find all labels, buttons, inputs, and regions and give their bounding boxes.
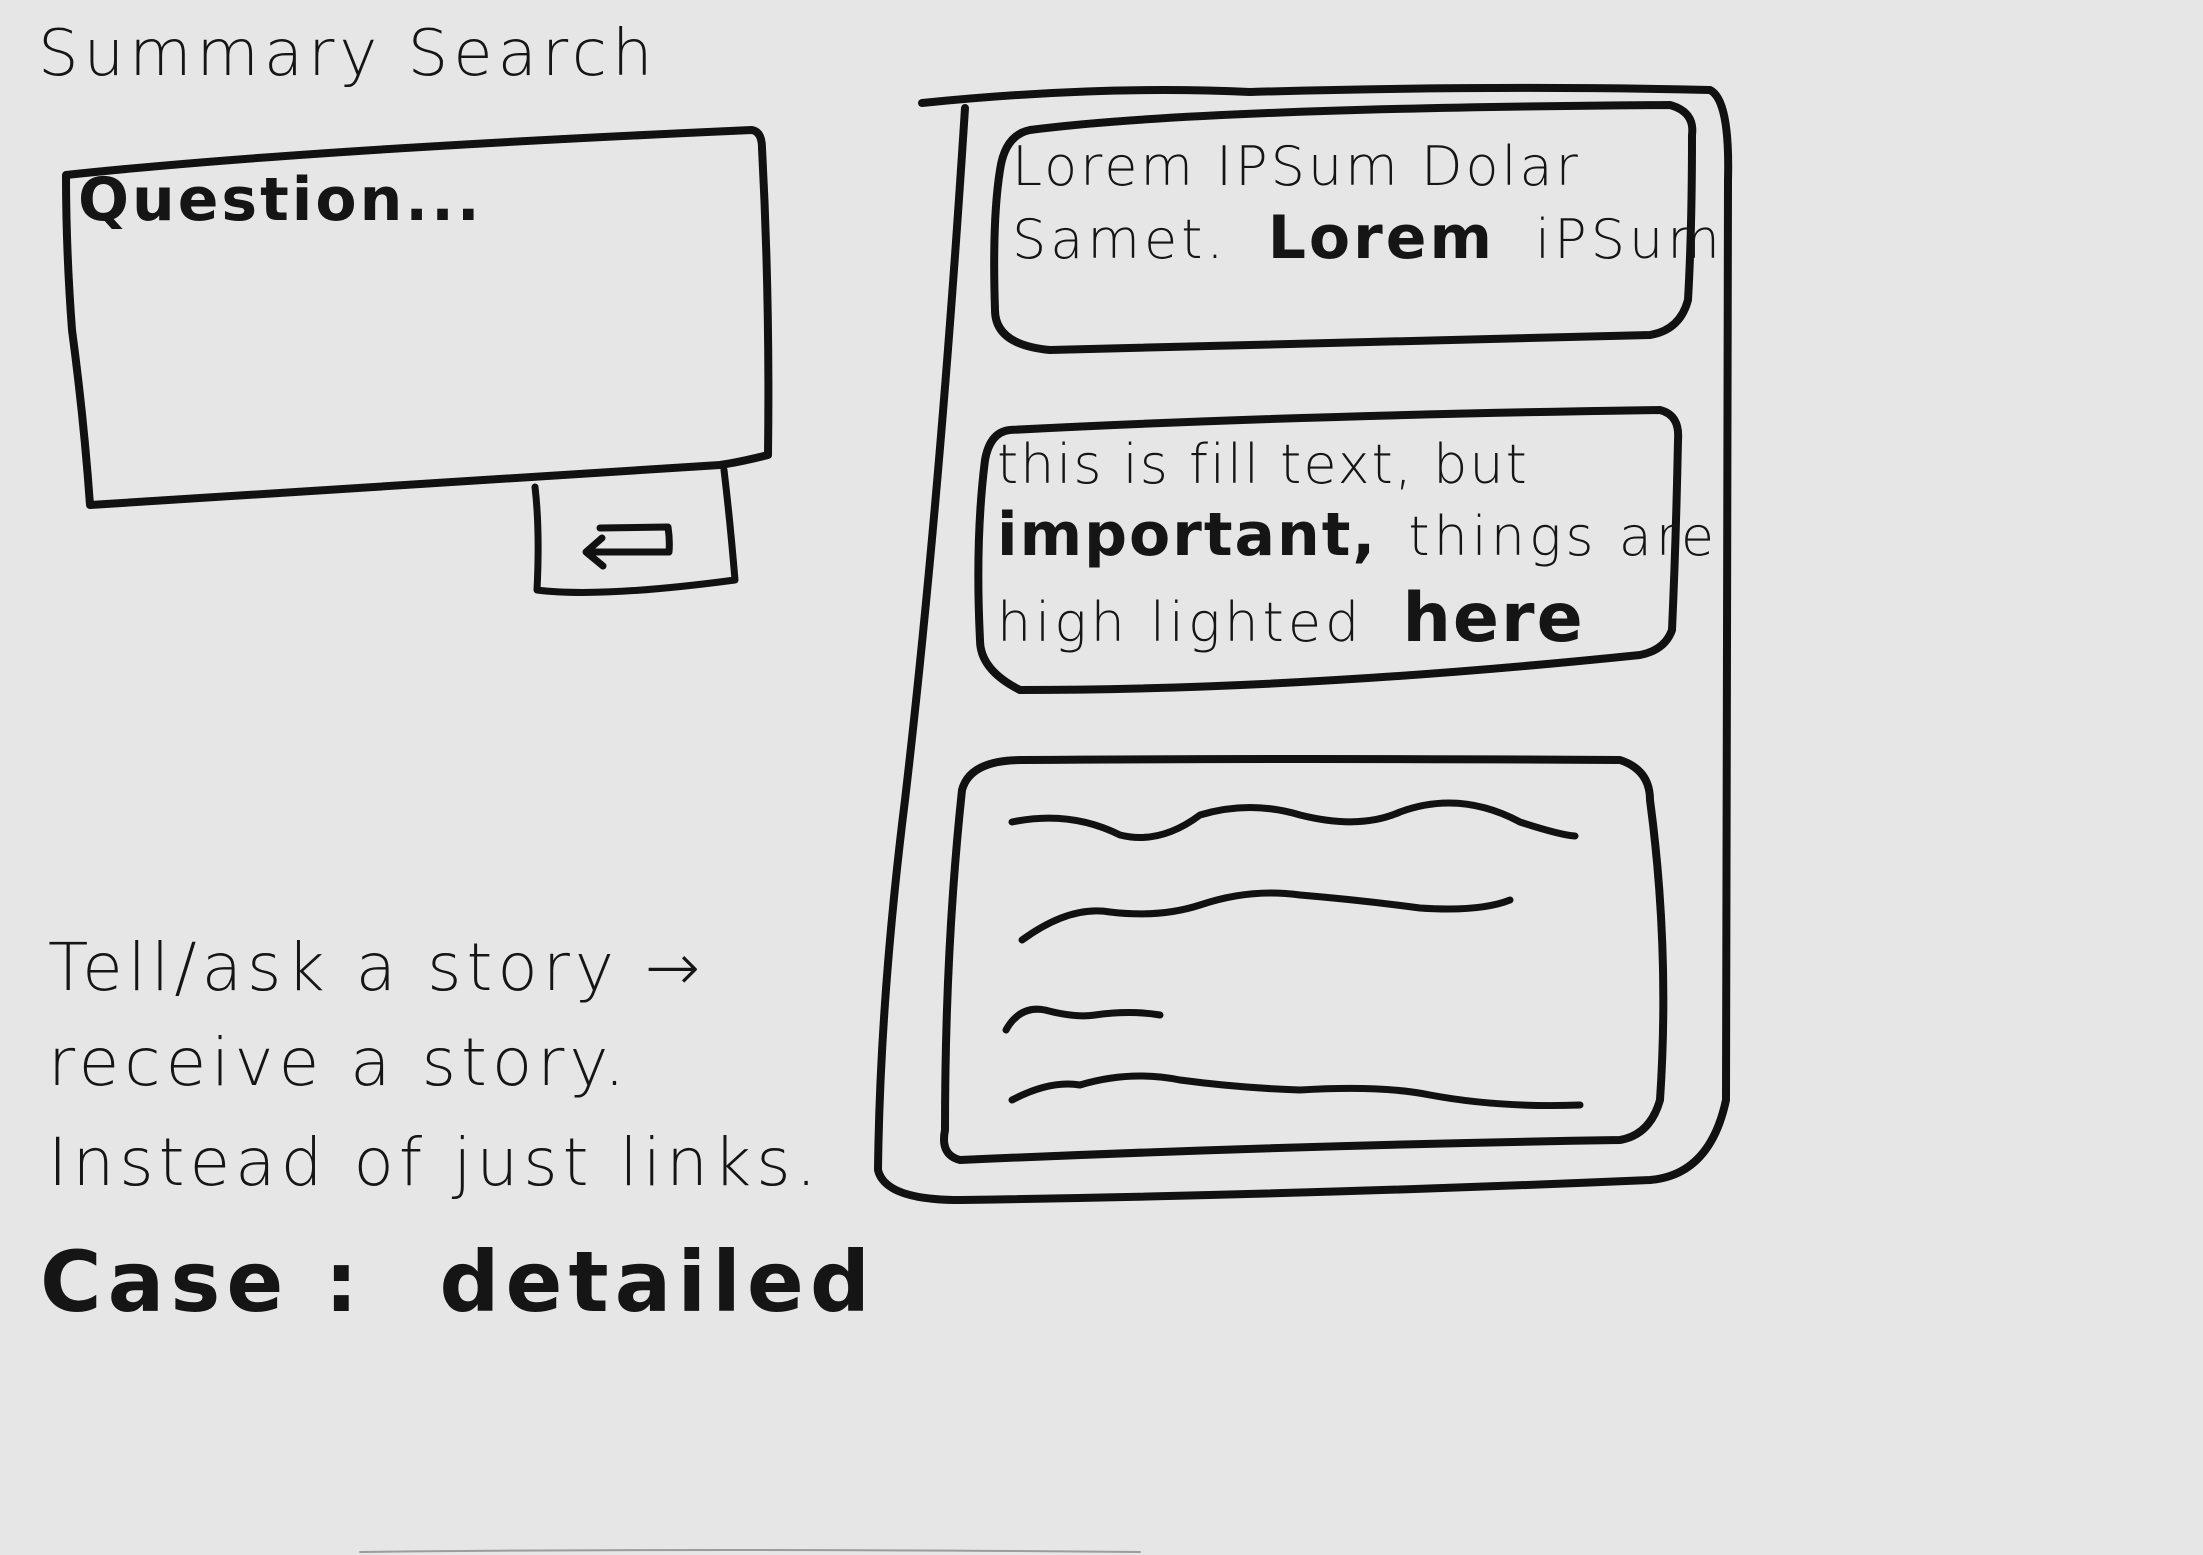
note-line-2: receive a story.: [48, 1024, 630, 1101]
submit-button[interactable]: [535, 470, 735, 590]
result-card-1-text: Samet.: [1012, 208, 1228, 271]
case-label-key: Case :: [40, 1233, 365, 1331]
placeholder-text-squiggle: [1002, 799, 1584, 1110]
result-card-1-highlight: Lorem: [1267, 203, 1495, 273]
note-line-1: Tell/ask a story →: [48, 929, 706, 1006]
result-card-2-line-1: this is fill text, but: [997, 433, 1529, 496]
question-input[interactable]: Question...: [78, 170, 483, 230]
result-card-2-highlight-2: here: [1402, 579, 1585, 658]
case-label-value: detailed: [439, 1233, 877, 1331]
result-card-1-line-1: Lorem IPSum Dolar: [1012, 135, 1581, 198]
result-card-2-text-2: high lighted: [997, 591, 1364, 654]
page-edge-line: [359, 1549, 1141, 1553]
page-title: Summary Search: [38, 17, 658, 91]
result-card-2-highlight: important,: [997, 500, 1378, 570]
result-card-2-text: things are: [1408, 505, 1719, 568]
result-card-1-text-end: iPSum: [1535, 208, 1724, 271]
result-card-2-line-2: important, things are: [997, 505, 1718, 565]
result-card-1-line-2: Samet. Lorem iPSum: [1012, 208, 1724, 268]
result-card-2-line-3: high lighted here: [997, 585, 1585, 653]
note-line-3: Instead of just links.: [48, 1124, 822, 1201]
case-label: Case : detailed: [40, 1240, 876, 1324]
